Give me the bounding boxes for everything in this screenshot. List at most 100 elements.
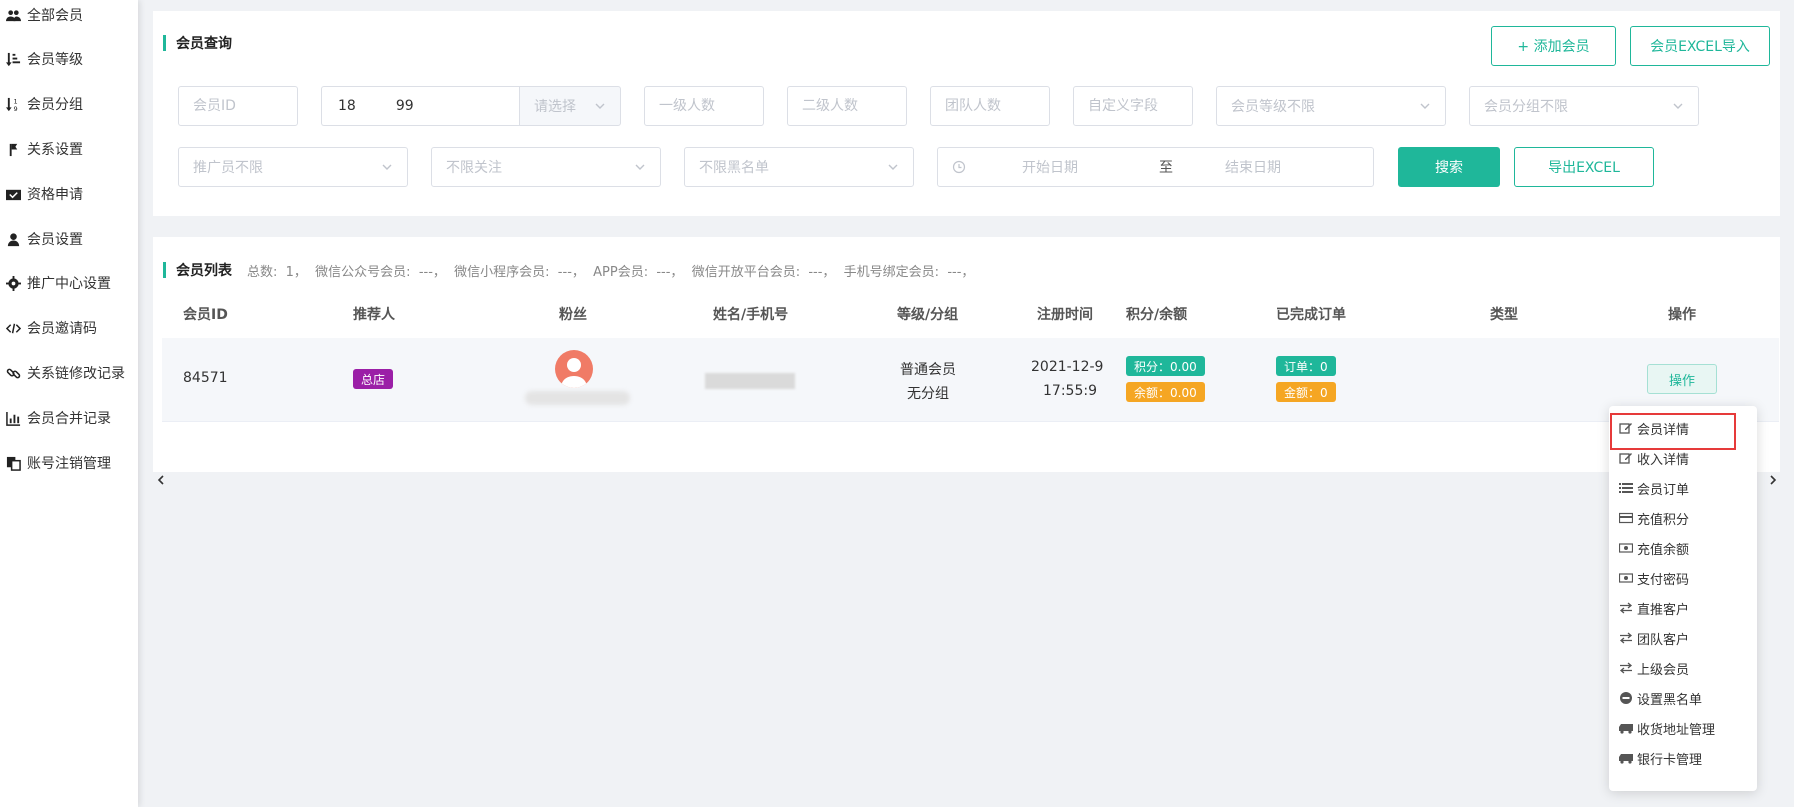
menu-item-address-manage[interactable]: 收货地址管理 <box>1619 716 1715 740</box>
sidebar: 全部会员 会员等级 19 会员分组 关系设置 资格申请 会员设置 推广中心设置 … <box>0 0 138 807</box>
col-referrer: 推荐人 <box>353 307 395 323</box>
team-count-field[interactable] <box>930 86 1050 126</box>
copy-icon <box>5 455 21 471</box>
balance-tag: 余额：0.00 <box>1126 382 1205 402</box>
menu-item-set-blacklist[interactable]: 设置黑名单 <box>1619 686 1702 710</box>
col-points-balance: 积分/余额 <box>1126 307 1188 323</box>
custom-field[interactable] <box>1073 86 1193 126</box>
money-icon <box>1619 541 1633 555</box>
money-icon <box>1619 571 1633 585</box>
credit-card-icon <box>1619 511 1633 525</box>
list-title-text: 会员列表 <box>176 263 232 279</box>
menu-item-recharge-points[interactable]: 充值积分 <box>1619 506 1689 530</box>
menu-item-member-orders[interactable]: 会员订单 <box>1619 476 1689 500</box>
promoter-select[interactable]: 推广员不限 <box>178 147 408 187</box>
menu-item-label: 团队客户 <box>1637 632 1690 648</box>
chevron-down-icon <box>888 164 898 170</box>
member-level-select[interactable]: 会员等级不限 <box>1216 86 1446 126</box>
menu-item-pay-password[interactable]: 支付密码 <box>1619 566 1689 590</box>
sidebar-item-account-cancel[interactable]: 账号注销管理 <box>0 448 138 478</box>
level1-count-input[interactable] <box>659 98 763 114</box>
level1-count-field[interactable] <box>644 86 764 126</box>
member-id-cell: 84571 <box>183 370 228 386</box>
query-title-text: 会员查询 <box>176 36 232 52</box>
user-avatar-icon <box>561 358 587 388</box>
query-section-title: 会员查询 <box>163 33 232 53</box>
phone-input[interactable] <box>338 98 521 114</box>
member-id-input[interactable] <box>193 98 297 114</box>
sidebar-item-member-settings[interactable]: 会员设置 <box>0 224 138 254</box>
date-separator: 至 <box>1159 160 1173 176</box>
highlight-box <box>1610 413 1736 450</box>
end-date-input[interactable]: 结束日期 <box>1225 157 1281 177</box>
bar-chart-icon <box>5 410 21 426</box>
sidebar-item-merge-log[interactable]: 会员合并记录 <box>0 403 138 433</box>
sidebar-item-label: 资格申请 <box>27 187 83 203</box>
menu-item-team-customers[interactable]: 团队客户 <box>1619 626 1689 650</box>
sidebar-item-invite-code[interactable]: 会员邀请码 <box>0 313 138 343</box>
team-count-input[interactable] <box>945 98 1049 114</box>
svg-text:9: 9 <box>13 105 17 112</box>
col-level-group: 等级/分组 <box>897 307 959 323</box>
scroll-left-icon[interactable] <box>155 474 167 486</box>
row-action-button[interactable]: 操作 <box>1647 364 1717 394</box>
sidebar-item-promo-center[interactable]: 推广中心设置 <box>0 268 138 298</box>
scroll-right-icon[interactable] <box>1767 474 1779 486</box>
date-range-picker[interactable]: 开始日期 至 结束日期 <box>937 147 1374 187</box>
menu-item-direct-customers[interactable]: 直推客户 <box>1619 596 1689 620</box>
add-member-button[interactable]: + 添加会员 <box>1491 26 1616 66</box>
menu-item-bank-card-manage[interactable]: 银行卡管理 <box>1619 746 1702 770</box>
sidebar-item-all-members[interactable]: 全部会员 <box>0 0 138 30</box>
level2-count-field[interactable] <box>787 86 907 126</box>
col-completed-orders: 已完成订单 <box>1276 307 1346 323</box>
menu-item-label: 收货地址管理 <box>1637 722 1716 738</box>
referrer-tag: 总店 <box>353 369 394 389</box>
sidebar-item-label: 全部会员 <box>27 8 83 24</box>
sidebar-item-label: 关系设置 <box>27 142 83 158</box>
truck-icon <box>1619 721 1633 735</box>
chevron-down-icon <box>382 164 392 170</box>
minus-circle-icon <box>1619 691 1633 705</box>
reg-date-text: 2021-12-9 <box>1031 359 1104 375</box>
export-excel-button[interactable]: 导出EXCEL <box>1514 147 1654 187</box>
sidebar-item-label: 会员邀请码 <box>27 321 97 337</box>
level2-count-input[interactable] <box>802 98 906 114</box>
menu-item-recharge-balance[interactable]: 充值余额 <box>1619 536 1689 560</box>
col-fans: 粉丝 <box>559 307 587 323</box>
col-reg-time: 注册时间 <box>1037 307 1093 323</box>
sidebar-item-relation-log[interactable]: 关系链修改记录 <box>0 358 138 388</box>
start-date-input[interactable]: 开始日期 <box>1022 157 1142 177</box>
follow-select[interactable]: 不限关注 <box>431 147 661 187</box>
menu-item-upper-member[interactable]: 上级会员 <box>1619 656 1689 680</box>
phone-type-select[interactable]: 请选择 <box>519 86 621 126</box>
amount-tag: 金额：0 <box>1276 382 1336 402</box>
phone-field[interactable] <box>321 86 521 126</box>
menu-item-label: 直推客户 <box>1637 602 1690 618</box>
inbox-icon <box>5 186 21 202</box>
sidebar-item-label: 推广中心设置 <box>27 276 111 292</box>
member-group-select[interactable]: 会员分组不限 <box>1469 86 1699 126</box>
exchange-icon <box>1619 661 1633 675</box>
orders-tag: 订单：0 <box>1276 356 1336 376</box>
sidebar-item-label: 会员设置 <box>27 232 83 248</box>
action-dropdown-menu: 会员详情 收入详情 会员订单 充值积分 充值余额 支付密码 直推客户 团队客户 … <box>1609 406 1757 791</box>
import-excel-button[interactable]: 会员EXCEL导入 <box>1630 26 1770 66</box>
gear-icon <box>5 275 21 291</box>
sidebar-item-member-group[interactable]: 19 会员分组 <box>0 89 138 119</box>
sidebar-item-member-level[interactable]: 会员等级 <box>0 44 138 74</box>
member-id-field[interactable] <box>178 86 298 126</box>
search-button[interactable]: 搜索 <box>1398 147 1500 187</box>
sidebar-item-relation-settings[interactable]: 关系设置 <box>0 134 138 164</box>
member-group-select-text: 会员分组不限 <box>1484 99 1568 115</box>
level-text: 普通会员 <box>900 362 956 378</box>
list-section-title: 会员列表 <box>163 260 232 280</box>
sidebar-item-qualification[interactable]: 资格申请 <box>0 179 138 209</box>
flag-icon <box>5 141 21 157</box>
sort-numeric-icon: 19 <box>5 96 21 112</box>
points-tag: 积分：0.00 <box>1126 356 1205 376</box>
custom-field-input[interactable] <box>1088 98 1192 114</box>
blacklist-select[interactable]: 不限黑名单 <box>684 147 914 187</box>
users-icon <box>5 7 21 23</box>
menu-item-label: 充值积分 <box>1637 512 1690 528</box>
sidebar-item-label: 关系链修改记录 <box>27 366 125 382</box>
